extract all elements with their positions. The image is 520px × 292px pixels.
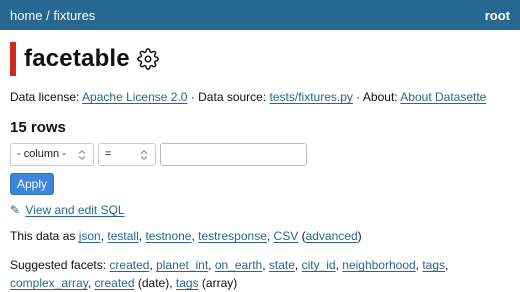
apply-button[interactable]: Apply <box>10 173 54 195</box>
breadcrumb-database-link[interactable]: fixtures <box>53 8 95 23</box>
export-json-link[interactable]: json <box>79 229 101 243</box>
facet-link[interactable]: created <box>109 258 149 272</box>
column-select-value: - column - <box>17 148 66 160</box>
breadcrumb-home-link[interactable]: home <box>10 8 43 23</box>
facet-link[interactable]: state <box>269 258 295 272</box>
license-label: Data license: <box>10 90 80 104</box>
filter-value-input[interactable] <box>160 142 307 166</box>
export-testnone-link[interactable]: testnone <box>145 229 191 243</box>
facet-link[interactable]: on_earth <box>215 258 262 272</box>
title-accent-bar <box>10 42 16 76</box>
export-links: This data as json, testall, testnone, te… <box>10 229 362 243</box>
facet-link[interactable]: neighborhood <box>342 258 415 272</box>
metadata-line: Data license: Apache License 2.0 · Data … <box>10 90 510 104</box>
facet-link[interactable]: created <box>94 276 134 290</box>
about-link[interactable]: About Datasette <box>400 90 486 104</box>
chevron-updown-icon <box>78 149 86 160</box>
facet-kind: (array) <box>201 276 238 290</box>
license-link[interactable]: Apache License 2.0 <box>82 90 187 104</box>
operator-select[interactable]: = <box>98 142 156 166</box>
about-label: · About: <box>356 90 398 104</box>
chevron-updown-icon <box>140 149 148 160</box>
top-nav-bar: home / fixtures root <box>0 0 520 30</box>
user-menu[interactable]: root <box>485 8 510 23</box>
suggested-facets: Suggested facets: created, planet_int, o… <box>10 258 449 290</box>
source-label: · Data source: <box>190 90 267 104</box>
breadcrumb: home / fixtures <box>10 8 95 23</box>
page-header: facetable <box>10 42 510 76</box>
facet-link[interactable]: tags <box>422 258 445 272</box>
column-select[interactable]: - column - <box>10 142 94 166</box>
facet-kind: (date) <box>137 276 170 290</box>
gear-icon[interactable] <box>137 48 159 70</box>
facet-link[interactable]: planet_int <box>156 258 208 272</box>
breadcrumb-separator: / <box>46 7 50 23</box>
export-testresponse-link[interactable]: testresponse <box>198 229 267 243</box>
facets-label: Suggested facets: <box>10 258 107 272</box>
source-link[interactable]: tests/fixtures.py <box>270 90 353 104</box>
main-content: facetable Data license: Apache License 2… <box>0 42 520 292</box>
pencil-icon: ✎ <box>10 203 21 217</box>
export-csv-link[interactable]: CSV <box>274 229 299 243</box>
view-sql-row: ✎ View and edit SQL <box>10 203 510 217</box>
export-testall-link[interactable]: testall <box>107 229 138 243</box>
view-edit-sql-link[interactable]: View and edit SQL <box>25 203 124 217</box>
facet-link[interactable]: city_id <box>302 258 336 272</box>
facet-link[interactable]: tags <box>176 276 199 290</box>
row-count: 15 rows <box>10 119 66 136</box>
facet-link[interactable]: complex_array <box>10 276 88 290</box>
operator-select-value: = <box>105 148 112 160</box>
page-title: facetable <box>24 45 130 72</box>
export-prefix: This data as <box>10 229 76 243</box>
export-advanced-link[interactable]: advanced <box>306 229 358 243</box>
filter-row: - column - = <box>10 142 510 166</box>
